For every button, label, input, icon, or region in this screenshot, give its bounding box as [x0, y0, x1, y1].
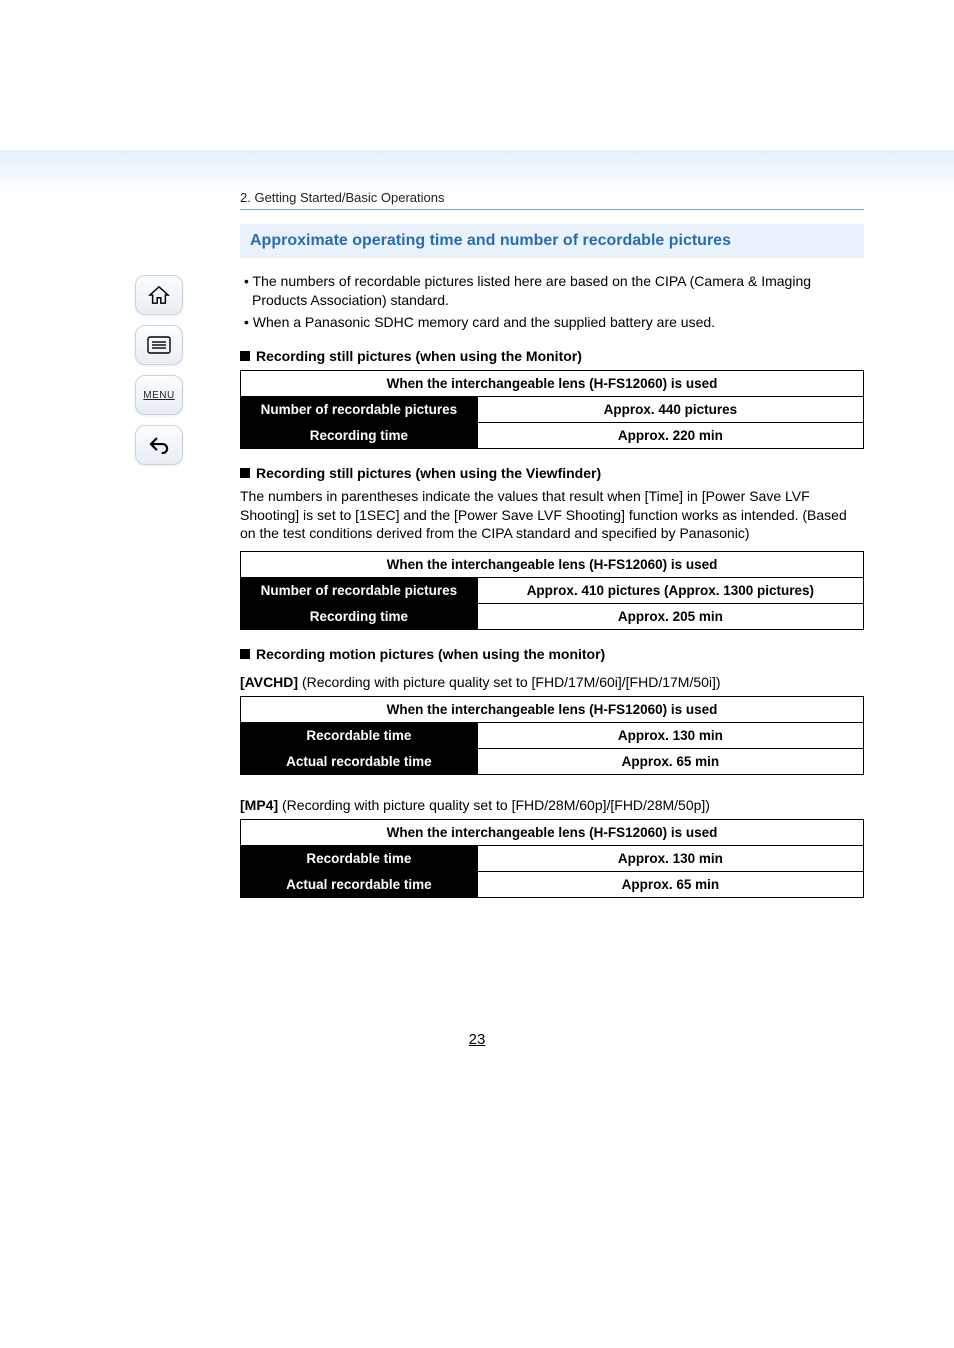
subheading-motion-monitor: Recording motion pictures (when using th… — [240, 646, 864, 662]
row-value: Approx. 130 min — [477, 723, 863, 749]
table-avchd: When the interchangeable lens (H-FS12060… — [240, 696, 864, 775]
row-value: Approx. 440 pictures — [477, 396, 863, 422]
table-mp4: When the interchangeable lens (H-FS12060… — [240, 819, 864, 898]
row-label: Number of recordable pictures — [241, 578, 478, 604]
page-number[interactable]: 23 — [0, 1031, 954, 1048]
row-label: Recording time — [241, 604, 478, 630]
table-row: Number of recordable pictures Approx. 41… — [241, 578, 864, 604]
table-row: Actual recordable time Approx. 65 min — [241, 749, 864, 775]
sidebar-back-button[interactable] — [135, 425, 183, 465]
row-value: Approx. 205 min — [477, 604, 863, 630]
row-label: Actual recordable time — [241, 872, 478, 898]
subheading-text: Recording motion pictures (when using th… — [256, 646, 605, 662]
breadcrumb: 2. Getting Started/Basic Operations — [240, 190, 864, 205]
table-title: When the interchangeable lens (H-FS12060… — [241, 697, 864, 723]
row-label: Recordable time — [241, 723, 478, 749]
intro-bullet-1: • The numbers of recordable pictures lis… — [240, 272, 864, 310]
table-title: When the interchangeable lens (H-FS12060… — [241, 820, 864, 846]
list-icon — [147, 336, 171, 354]
sidebar-home-button[interactable] — [135, 275, 183, 315]
table-row: Recordable time Approx. 130 min — [241, 723, 864, 749]
back-arrow-icon — [148, 436, 170, 454]
square-bullet-icon — [240, 649, 250, 659]
table-row: Recordable time Approx. 130 min — [241, 846, 864, 872]
table-row: Recording time Approx. 220 min — [241, 422, 864, 448]
table-viewfinder-still: When the interchangeable lens (H-FS12060… — [240, 551, 864, 630]
row-value: Approx. 65 min — [477, 749, 863, 775]
table-row: Number of recordable pictures Approx. 44… — [241, 396, 864, 422]
table-row: Actual recordable time Approx. 65 min — [241, 872, 864, 898]
home-icon — [148, 285, 170, 305]
mp4-label-line: [MP4] (Recording with picture quality se… — [240, 797, 864, 813]
table-row: Recording time Approx. 205 min — [241, 604, 864, 630]
row-value: Approx. 65 min — [477, 872, 863, 898]
subheading-monitor-still: Recording still pictures (when using the… — [240, 348, 864, 364]
sidebar-nav: MENU — [135, 275, 187, 465]
mode-label: [MP4] — [240, 797, 278, 813]
row-label: Recordable time — [241, 846, 478, 872]
row-value: Approx. 220 min — [477, 422, 863, 448]
mode-desc: (Recording with picture quality set to [… — [278, 797, 710, 813]
square-bullet-icon — [240, 468, 250, 478]
viewfinder-note: The numbers in parentheses indicate the … — [240, 487, 864, 544]
square-bullet-icon — [240, 351, 250, 361]
divider — [240, 209, 864, 210]
sidebar-menu-button[interactable]: MENU — [135, 375, 183, 415]
subheading-text: Recording still pictures (when using the… — [256, 465, 601, 481]
section-title: Approximate operating time and number of… — [240, 224, 864, 258]
row-label: Number of recordable pictures — [241, 396, 478, 422]
mode-desc: (Recording with picture quality set to [… — [298, 674, 721, 690]
header-gradient — [0, 150, 954, 192]
intro-bullet-2: • When a Panasonic SDHC memory card and … — [240, 313, 864, 332]
row-value: Approx. 130 min — [477, 846, 863, 872]
row-label: Actual recordable time — [241, 749, 478, 775]
subheading-viewfinder-still: Recording still pictures (when using the… — [240, 465, 864, 481]
row-label: Recording time — [241, 422, 478, 448]
sidebar-list-button[interactable] — [135, 325, 183, 365]
avchd-label-line: [AVCHD] (Recording with picture quality … — [240, 674, 864, 690]
subheading-text: Recording still pictures (when using the… — [256, 348, 582, 364]
mode-label: [AVCHD] — [240, 674, 298, 690]
table-title: When the interchangeable lens (H-FS12060… — [241, 552, 864, 578]
table-monitor-still: When the interchangeable lens (H-FS12060… — [240, 370, 864, 449]
table-title: When the interchangeable lens (H-FS12060… — [241, 370, 864, 396]
row-value: Approx. 410 pictures (Approx. 1300 pictu… — [477, 578, 863, 604]
menu-icon-label: MENU — [143, 390, 174, 401]
